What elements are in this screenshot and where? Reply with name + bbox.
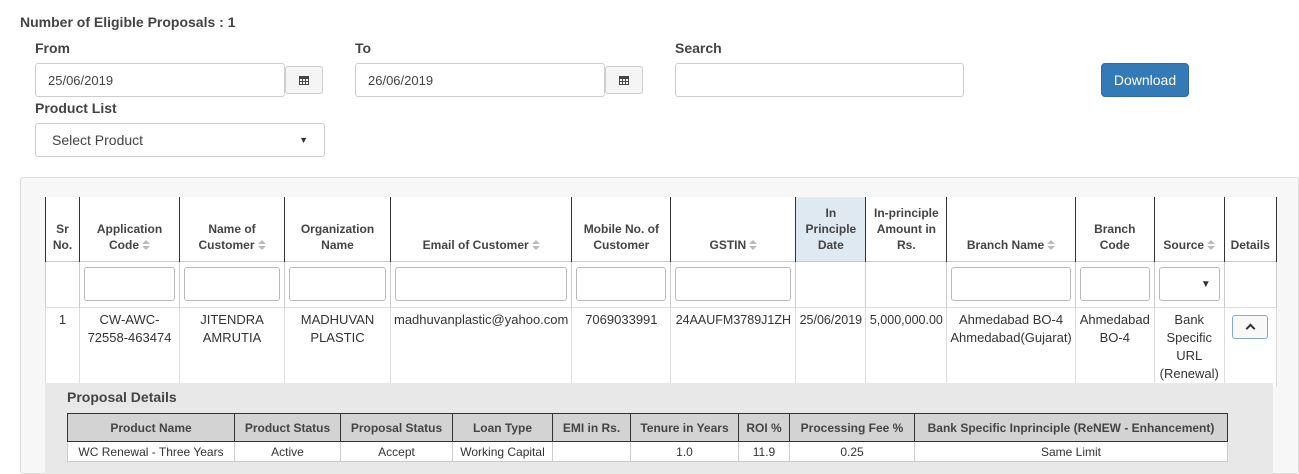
caret-down-icon: ▼ <box>1200 278 1211 290</box>
detail-row: WC Renewal - Three Years Active Accept W… <box>67 441 1228 462</box>
detail-column-header: Bank Specific Inprinciple (ReNEW - Enhan… <box>914 413 1228 442</box>
detail-column-header: Product Name <box>67 413 235 442</box>
detail-column-header: ROI % <box>738 413 790 442</box>
organization-cell: MADHUVAN PLASTIC <box>284 306 391 387</box>
filter-cell <box>284 260 391 307</box>
branch-name-cell: Ahmedabad BO-4 Ahmedabad(Gujarat) <box>946 306 1076 387</box>
chevron-up-icon <box>1245 323 1256 334</box>
column-header[interactable]: Source <box>1153 197 1225 261</box>
to-label: To <box>355 40 372 56</box>
column-header[interactable]: Sr No. <box>45 197 80 261</box>
filter-cell <box>1074 260 1155 307</box>
filter-cell <box>389 260 573 307</box>
filter-cell <box>865 260 948 307</box>
filter-cell <box>45 260 80 307</box>
details-cell <box>1223 306 1277 387</box>
from-calendar-button[interactable] <box>285 66 323 94</box>
product-list-label: Product List <box>35 100 117 116</box>
column-header[interactable]: Mobile No. of Customer <box>571 197 672 261</box>
column-header[interactable]: Name of Customer <box>179 197 285 261</box>
filter-input[interactable] <box>951 267 1071 301</box>
filter-input[interactable] <box>395 267 568 301</box>
detail-column-header: Loan Type <box>452 413 553 442</box>
caret-down-icon: ▼ <box>299 135 308 145</box>
table-row: 1 CW-AWC-72558-463474 JITENDRA AMRUTIA M… <box>45 306 1277 387</box>
in-principle-date-cell: 25/06/2019 <box>795 306 867 387</box>
detail-column-header: Processing Fee % <box>789 413 915 442</box>
column-header[interactable]: Branch Name <box>946 197 1076 261</box>
filter-input[interactable] <box>289 267 386 301</box>
download-button[interactable]: Download <box>1101 63 1189 97</box>
detail-column-header: Proposal Status <box>340 413 453 442</box>
source-cell: Bank Specific URL (Renewal) <box>1153 306 1225 387</box>
filter-cell <box>1223 260 1277 307</box>
detail-column-header: EMI in Rs. <box>552 413 631 442</box>
product-select-value: Select Product <box>52 132 144 148</box>
sort-icon <box>749 240 758 251</box>
email-cell: madhuvanplastic@yahoo.com <box>389 306 573 387</box>
product-status-cell: Active <box>234 441 341 462</box>
calendar-icon <box>299 76 309 85</box>
branch-code-cell: Ahmedabad BO-4 <box>1074 306 1155 387</box>
filter-cell <box>179 260 285 307</box>
sr-cell: 1 <box>45 306 80 387</box>
proposal-details-table: Product Name Product Status Proposal Sta… <box>67 413 1228 462</box>
application-code-cell: CW-AWC-72558-463474 <box>79 306 180 387</box>
column-header: Details <box>1223 197 1277 261</box>
column-header[interactable]: Email of Customer <box>389 197 573 261</box>
customer-name-cell: JITENDRA AMRUTIA <box>179 306 285 387</box>
filter-input[interactable] <box>675 267 792 301</box>
sort-icon <box>1047 240 1056 251</box>
proposal-status-cell: Accept <box>340 441 453 462</box>
processing-fee-cell: 0.25 <box>789 441 915 462</box>
product-name-cell: WC Renewal - Three Years <box>67 441 235 462</box>
search-label: Search <box>675 40 722 56</box>
mobile-cell: 7069033991 <box>571 306 672 387</box>
column-header[interactable]: Application Code <box>79 197 180 261</box>
product-select[interactable]: Select Product ▼ <box>35 123 325 157</box>
column-header[interactable]: GSTIN <box>670 197 797 261</box>
from-date-input[interactable]: 25/06/2019 <box>35 63 285 97</box>
filter-cell <box>571 260 672 307</box>
to-calendar-button[interactable] <box>605 66 643 94</box>
calendar-icon <box>619 76 629 85</box>
column-header[interactable]: Organization Name <box>284 197 391 261</box>
gstin-cell: 24AAUFM3789J1ZH <box>670 306 797 387</box>
sort-icon <box>142 240 150 251</box>
filter-cell <box>79 260 180 307</box>
to-date-input[interactable]: 26/06/2019 <box>355 63 605 97</box>
filter-input[interactable] <box>1079 267 1150 301</box>
bank-specific-cell: Same Limit <box>914 441 1228 462</box>
column-header[interactable]: In Principle Date <box>795 197 867 261</box>
eligible-proposals-count: Number of Eligible Proposals : 1 <box>20 14 236 30</box>
filter-cell <box>946 260 1076 307</box>
filter-input[interactable] <box>184 267 280 301</box>
proposal-details-title: Proposal Details <box>67 389 177 405</box>
sort-icon <box>257 240 266 251</box>
filter-cell: ▼ <box>1153 260 1225 307</box>
emi-cell <box>552 441 631 462</box>
detail-column-header: Tenure in Years <box>630 413 739 442</box>
collapse-details-button[interactable] <box>1232 314 1269 339</box>
column-header[interactable]: In-principle Amount in Rs. <box>865 197 948 261</box>
filter-cell <box>795 260 867 307</box>
filter-input[interactable] <box>576 267 667 301</box>
tenure-cell: 1.0 <box>630 441 739 462</box>
sort-icon <box>1207 240 1216 251</box>
amount-cell: 5,000,000.00 <box>865 306 948 387</box>
column-header[interactable]: Branch Code <box>1074 197 1155 261</box>
source-filter-select[interactable]: ▼ <box>1158 267 1220 301</box>
loan-type-cell: Working Capital <box>452 441 553 462</box>
sort-icon <box>531 240 540 251</box>
from-label: From <box>35 40 70 56</box>
roi-cell: 11.9 <box>738 441 790 462</box>
detail-column-header: Product Status <box>234 413 341 442</box>
search-input[interactable] <box>675 63 964 97</box>
filter-cell <box>670 260 797 307</box>
proposals-table: Sr No. Application Code Name of Customer… <box>45 197 1277 387</box>
filter-input[interactable] <box>84 267 175 301</box>
